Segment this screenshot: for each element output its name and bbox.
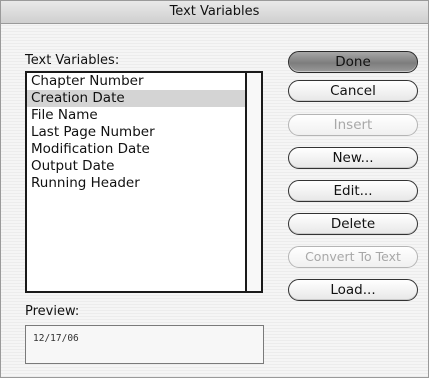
list-item-selected[interactable]: Creation Date: [27, 90, 245, 107]
text-variables-label: Text Variables:: [25, 53, 120, 68]
list-item[interactable]: Output Date: [27, 158, 245, 175]
text-variables-list-frame: Chapter Number Creation Date File Name L…: [25, 71, 263, 293]
insert-button[interactable]: Insert: [288, 114, 418, 136]
list-item[interactable]: Running Header: [27, 175, 245, 192]
new-button[interactable]: New...: [288, 147, 418, 169]
convert-to-text-button[interactable]: Convert To Text: [288, 246, 418, 268]
load-button[interactable]: Load...: [288, 279, 418, 301]
done-button[interactable]: Done: [288, 51, 418, 73]
text-variables-list[interactable]: Chapter Number Creation Date File Name L…: [27, 73, 245, 291]
list-item[interactable]: Chapter Number: [27, 73, 245, 90]
preview-label: Preview:: [25, 304, 80, 319]
list-item[interactable]: Last Page Number: [27, 124, 245, 141]
text-variables-dialog: Text Variables Text Variables: Chapter N…: [0, 0, 429, 378]
list-item[interactable]: File Name: [27, 107, 245, 124]
preview-box: 12/17/06: [25, 325, 264, 364]
cancel-button[interactable]: Cancel: [288, 80, 418, 102]
edit-button[interactable]: Edit...: [288, 180, 418, 202]
window-title: Text Variables: [1, 1, 428, 24]
list-scrollbar[interactable]: [245, 73, 261, 291]
preview-value: 12/17/06: [33, 333, 79, 344]
list-item[interactable]: Modification Date: [27, 141, 245, 158]
delete-button[interactable]: Delete: [288, 213, 418, 235]
